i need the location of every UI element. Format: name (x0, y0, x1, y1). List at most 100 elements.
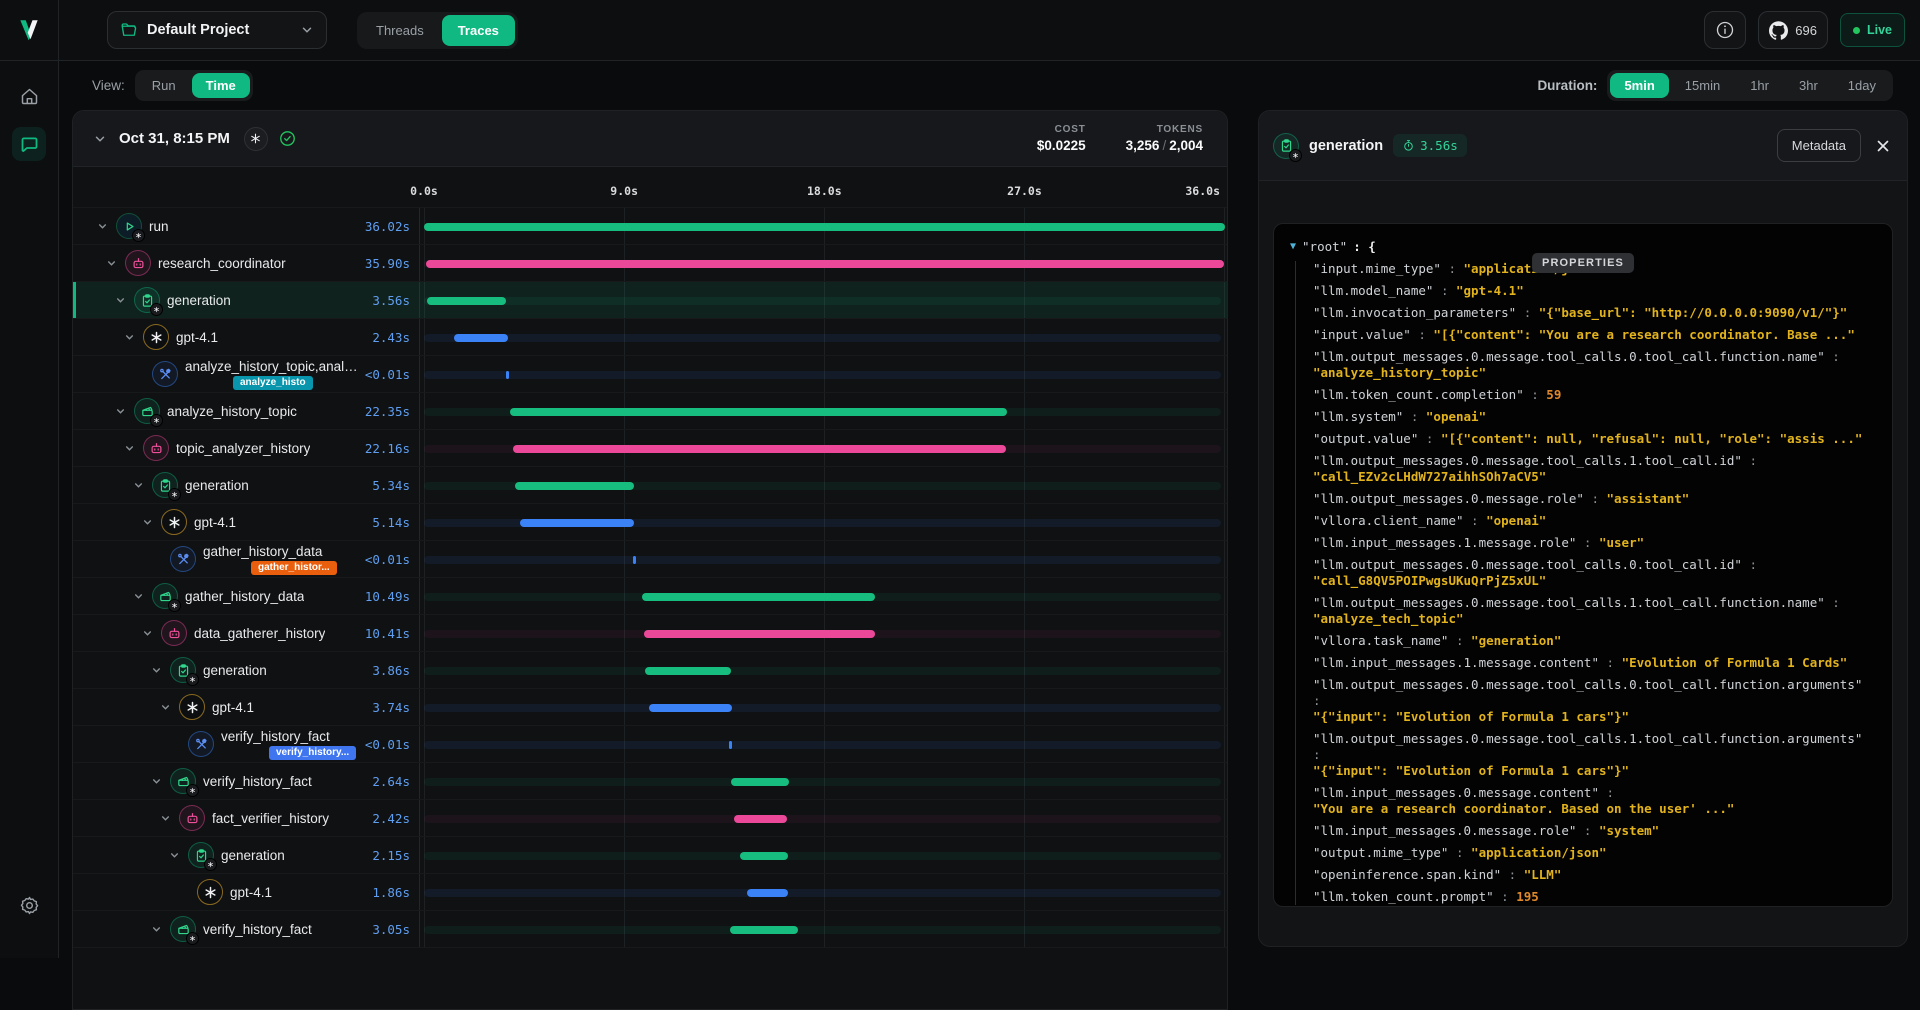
sidebar-item-home[interactable] (12, 79, 46, 113)
axis-tick: 0.0s (410, 184, 438, 198)
chevron-down-icon[interactable] (93, 132, 107, 146)
tab-traces[interactable]: Traces (442, 15, 515, 46)
app-logo[interactable] (0, 0, 59, 60)
span-duration: 2.15s (372, 848, 410, 863)
trace-row[interactable]: verify_history_factverify_history...<0.0… (73, 726, 1227, 763)
tools-icon (152, 361, 178, 387)
chevron-down-icon[interactable] (95, 219, 109, 233)
trace-row[interactable]: verify_history_fact2.64s (73, 763, 1227, 800)
timeline-cell (420, 837, 1227, 873)
span-name: data_gatherer_history (194, 626, 325, 641)
trace-row[interactable]: generation2.15s (73, 837, 1227, 874)
chevron-down-icon[interactable] (140, 626, 154, 640)
openai-mini-icon (186, 932, 199, 945)
timeline-track (424, 704, 1221, 712)
timeline-bar (649, 704, 732, 712)
timeline-bar (633, 556, 636, 564)
span-detail-body: PROPERTIES ▼ "root" : { "input.mime_type… (1259, 223, 1907, 907)
chevron-down-icon[interactable] (158, 700, 172, 714)
duration-option-5min[interactable]: 5min (1610, 73, 1668, 98)
chevron-down-icon[interactable] (149, 774, 163, 788)
metadata-button[interactable]: Metadata (1777, 129, 1861, 162)
info-button[interactable] (1704, 11, 1746, 49)
timeline-cell (420, 541, 1227, 577)
live-status-badge[interactable]: Live (1840, 13, 1905, 47)
view-option-time[interactable]: Time (192, 73, 250, 98)
trace-row[interactable]: generation3.86s (73, 652, 1227, 689)
close-panel-button[interactable] (1875, 138, 1891, 154)
span-name: generation (167, 293, 231, 308)
trace-row[interactable]: gpt-4.12.43s (73, 319, 1227, 356)
tools-icon (170, 546, 196, 572)
sidebar-item-settings[interactable] (12, 888, 46, 922)
duration-option-15min[interactable]: 15min (1671, 73, 1734, 98)
property-row: "llm.output_messages.0.message.tool_call… (1313, 557, 1876, 589)
chevron-down-icon[interactable] (149, 922, 163, 936)
github-button[interactable]: 696 (1758, 11, 1828, 49)
chevron-down-icon[interactable] (122, 441, 136, 455)
property-row: "vllora.client_name" : "openai" (1313, 513, 1876, 529)
duration-option-3hr[interactable]: 3hr (1785, 73, 1832, 98)
trace-row[interactable]: run36.02s (73, 208, 1227, 245)
span-name: generation (185, 478, 249, 493)
timeline-track (424, 556, 1221, 564)
chevron-down-icon[interactable] (131, 589, 145, 603)
chevron-down-icon[interactable] (113, 293, 127, 307)
trace-row[interactable]: generation5.34s (73, 467, 1227, 504)
trace-row[interactable]: research_coordinator35.90s (73, 245, 1227, 282)
property-row: "llm.output_messages.0.message.role" : "… (1313, 491, 1876, 507)
trace-row[interactable]: gather_history_datagather_histor...<0.01… (73, 541, 1227, 578)
chevron-down-icon[interactable] (158, 811, 172, 825)
duration-option-1hr[interactable]: 1hr (1736, 73, 1783, 98)
span-name: gpt-4.1 (176, 330, 218, 345)
span-duration: 3.56s (372, 293, 410, 308)
trace-row[interactable]: data_gatherer_history10.41s (73, 615, 1227, 652)
tokens-value: 3,256/2,004 (1126, 138, 1203, 153)
span-duration: 10.49s (365, 589, 410, 604)
trace-row[interactable]: topic_analyzer_history22.16s (73, 430, 1227, 467)
trace-row[interactable]: gpt-4.13.74s (73, 689, 1227, 726)
span-detail-panel: generation 3.56s Metadata PROPERTIES ▼ "… (1258, 110, 1908, 947)
timeline-bar (730, 926, 798, 934)
span-duration: 5.14s (372, 515, 410, 530)
chevron-down-icon[interactable] (104, 256, 118, 270)
property-row: "llm.invocation_parameters" : "{"base_ur… (1313, 305, 1876, 321)
chevron-down-icon[interactable] (122, 330, 136, 344)
trace-row[interactable]: gpt-4.11.86s (73, 874, 1227, 911)
chevron-down-icon[interactable] (149, 663, 163, 677)
toolbox-icon (170, 916, 196, 942)
duration-option-1day[interactable]: 1day (1834, 73, 1890, 98)
span-duration: 1.86s (372, 885, 410, 900)
view-toolbar: View: RunTime Duration: 5min15min1hr3hr1… (59, 61, 1920, 110)
trace-row[interactable]: generation 3.56s (73, 282, 1227, 319)
tool-call-badge: analyze_histo (233, 376, 313, 390)
sidebar-item-threads[interactable] (12, 127, 46, 161)
property-row: "llm.input_messages.1.message.role" : "u… (1313, 535, 1876, 551)
span-name: verify_history_fact (203, 922, 312, 937)
trace-row[interactable]: verify_history_fact3.05s (73, 911, 1227, 948)
trace-panel: Oct 31, 8:15 PM COST $0.0225 TOKENS 3,25… (72, 110, 1228, 1010)
property-row: "llm.token_count.completion" : 59 (1313, 387, 1876, 403)
chevron-down-icon[interactable] (131, 478, 145, 492)
trace-row[interactable]: analyze_history_topic22.35s (73, 393, 1227, 430)
span-name: gpt-4.1 (194, 515, 236, 530)
chevron-spacer (176, 885, 190, 899)
trace-row[interactable]: gpt-4.1 5.14s (73, 504, 1227, 541)
project-selector[interactable]: Default Project (107, 11, 327, 49)
property-row: "input.value" : "[{"content": "You are a… (1313, 327, 1876, 343)
chevron-down-icon[interactable] (140, 515, 154, 529)
trace-row[interactable]: analyze_history_topic,analyze_t...analyz… (73, 356, 1227, 393)
chevron-down-icon[interactable] (167, 848, 181, 862)
trace-header[interactable]: Oct 31, 8:15 PM COST $0.0225 TOKENS 3,25… (73, 111, 1227, 167)
stopwatch-icon (1402, 139, 1415, 152)
chevron-down-icon[interactable] (113, 404, 127, 418)
properties-json-viewer: ▼ "root" : { "input.mime_type" : "applic… (1273, 223, 1893, 907)
timeline-track (424, 852, 1221, 860)
view-option-run[interactable]: Run (138, 73, 190, 98)
tab-threads[interactable]: Threads (360, 15, 440, 46)
openai-icon (161, 509, 187, 535)
collapse-triangle-icon[interactable]: ▼ (1290, 239, 1296, 255)
property-row: "vllora.task_name" : "generation" (1313, 633, 1876, 649)
trace-row[interactable]: gather_history_data10.49s (73, 578, 1227, 615)
trace-row[interactable]: fact_verifier_history2.42s (73, 800, 1227, 837)
